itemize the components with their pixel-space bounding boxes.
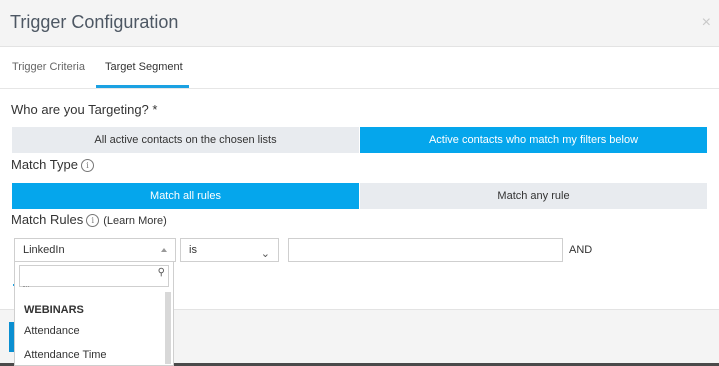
match-type-heading: Match Type i <box>11 157 94 172</box>
info-icon[interactable]: i <box>86 214 100 227</box>
match-type-option-any[interactable]: Match any rule <box>359 183 707 209</box>
targeting-label: Who are you Targeting? * <box>11 102 158 117</box>
dialog-header: Trigger Configuration × <box>0 0 719 47</box>
dropdown-group-label: WEBINARS <box>24 304 84 316</box>
match-type-label: Match Type <box>11 157 78 172</box>
tab-target-segment[interactable]: Target Segment <box>105 61 183 73</box>
field-dropdown-menu: ⚲ WEBINARS Attendance Attendance Time <box>14 262 174 366</box>
tab-trigger-criteria[interactable]: Trigger Criteria <box>12 61 85 73</box>
targeting-option-filtered-contacts[interactable]: Active contacts who match my filters bel… <box>359 127 707 153</box>
rule-field-value: LinkedIn <box>23 244 65 256</box>
search-icon: ⚲ <box>157 267 165 278</box>
learn-more-link[interactable]: (Learn More) <box>103 215 167 227</box>
dropdown-item-attendance-time[interactable]: Attendance Time <box>24 349 107 361</box>
targeting-segmented-control: All active contacts on the chosen lists … <box>12 127 707 153</box>
tab-bar: Trigger Criteria Target Segment <box>0 47 719 89</box>
info-icon[interactable]: i <box>80 159 94 172</box>
rule-conjunction-label: AND <box>569 244 593 256</box>
dialog-title: Trigger Configuration <box>10 12 179 32</box>
clipped-item <box>23 286 29 290</box>
dropdown-search-input[interactable] <box>19 265 169 287</box>
caret-up-icon <box>161 248 167 252</box>
rule-operator-value: is <box>189 244 197 256</box>
rule-value-input[interactable] <box>288 238 563 262</box>
rule-field-select[interactable]: LinkedIn <box>14 238 176 262</box>
match-rules-label: Match Rules <box>11 212 84 227</box>
dropdown-item-attendance[interactable]: Attendance <box>24 325 80 337</box>
match-type-option-all[interactable]: Match all rules <box>12 183 359 209</box>
active-tab-indicator <box>96 85 189 88</box>
match-type-segmented-control: Match all rules Match any rule <box>12 183 707 209</box>
close-icon[interactable]: × <box>702 14 711 32</box>
match-rules-heading: Match Rules i (Learn More) <box>11 212 167 227</box>
targeting-option-all-contacts[interactable]: All active contacts on the chosen lists <box>12 127 359 153</box>
chevron-down-icon: ⌄ <box>260 248 270 260</box>
rule-operator-select[interactable]: is ⌄ <box>180 238 279 262</box>
dropdown-scrollbar[interactable] <box>165 292 171 364</box>
